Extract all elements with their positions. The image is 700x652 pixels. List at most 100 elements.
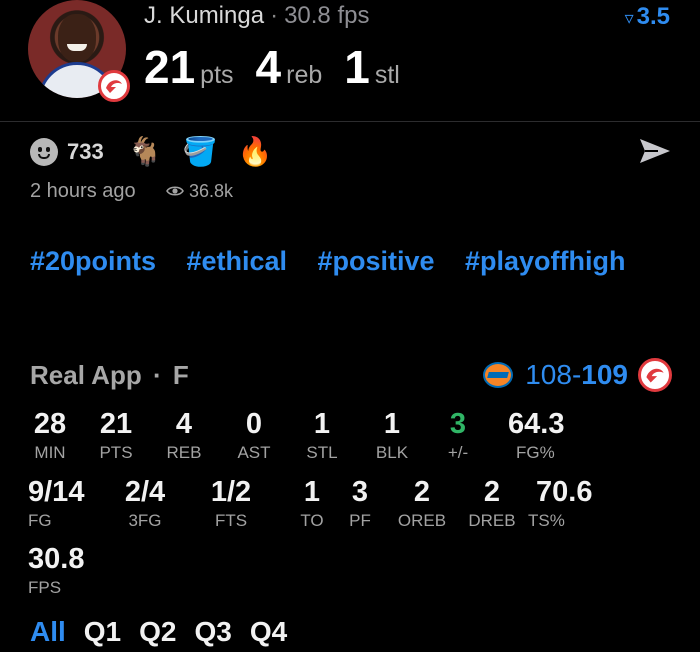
- stat-stl-value: 1: [344, 41, 370, 93]
- stat-value: 30.8: [28, 543, 85, 575]
- stat-label: REB: [166, 443, 202, 462]
- stat-value: 70.6: [536, 476, 593, 508]
- hashtag-link[interactable]: #playoffhigh: [465, 238, 626, 284]
- stat-value: 21: [99, 408, 133, 440]
- stat-label: TS%: [528, 511, 565, 530]
- stat-label: AST: [237, 443, 271, 462]
- stat-pts-value: 21: [144, 41, 196, 93]
- hashtag-link[interactable]: #20points: [30, 238, 156, 284]
- stat-cell-stl: 1 STL: [300, 408, 344, 464]
- stat-value: 9/14: [28, 476, 85, 508]
- quarter-tabs: All Q1 Q2 Q3 Q4: [30, 616, 305, 648]
- stat-cell-blk: 1 BLK: [370, 408, 414, 464]
- stat-label: BLK: [375, 443, 409, 462]
- score-away: 109: [581, 359, 628, 390]
- tab-q2[interactable]: Q2: [139, 616, 176, 648]
- source-label: Real App: [30, 360, 142, 390]
- header-divider: [0, 121, 700, 122]
- stat-label: OREB: [397, 511, 447, 530]
- hashtag-list: #20points #ethical #positive #playoffhig…: [30, 238, 670, 284]
- caret-down-icon: ▿: [624, 8, 634, 28]
- stat-value: 64.3: [508, 408, 565, 440]
- stat-value: 3: [449, 408, 467, 440]
- player-fps: 30.8 fps: [284, 2, 370, 29]
- stat-cell-pf: 3 PF: [340, 476, 380, 532]
- stat-value: 3: [351, 476, 369, 508]
- bucket-emoji-button[interactable]: 🪣: [183, 138, 218, 166]
- stat-label: FG%: [516, 443, 555, 462]
- stat-value: 1: [313, 408, 331, 440]
- stat-label: STL: [306, 443, 338, 462]
- hawks-logo-shape: [106, 80, 122, 93]
- stat-cell-ts-pct: 70.6 TS%: [528, 476, 612, 532]
- reaction-count: 733: [67, 139, 104, 164]
- hawks-logo-icon: [98, 70, 130, 102]
- score-dash: -: [571, 359, 582, 390]
- reactions-bar: 733 🐐 🪣 🔥: [30, 134, 292, 170]
- tab-q3[interactable]: Q3: [195, 616, 232, 648]
- post-time: 2 hours ago: [30, 180, 136, 202]
- player-header: J. Kuminga · 30.8 fps: [144, 2, 369, 30]
- stat-cell-oreb: 2 OREB: [392, 476, 452, 532]
- stat-label: +/-: [447, 443, 469, 462]
- tab-all[interactable]: All: [30, 616, 66, 648]
- stat-label: FTS: [214, 511, 248, 530]
- stat-cell-fg-pct: 64.3 FG%: [508, 408, 586, 464]
- stat-cell-min: 28 MIN: [28, 408, 72, 464]
- goat-emoji-button[interactable]: 🐐: [128, 138, 163, 166]
- stat-cell-plus-minus: 3 +/-: [436, 408, 480, 464]
- stat-cell-fts: 1/2 FTS: [202, 476, 260, 532]
- game-header: Real App · F: [30, 360, 189, 391]
- stat-value: 0: [245, 408, 263, 440]
- stat-cell-3fg: 2/4 3FG: [116, 476, 174, 532]
- stat-reb-value: 4: [255, 41, 282, 93]
- stat-value: 28: [33, 408, 67, 440]
- stat-label: 3FG: [128, 511, 162, 530]
- separator-dot: ·: [270, 2, 279, 29]
- score-home: 108: [525, 359, 572, 390]
- stat-cell-dreb: 2 DREB: [462, 476, 522, 532]
- smiley-icon[interactable]: [30, 138, 58, 166]
- hashtag-link[interactable]: #positive: [318, 238, 435, 284]
- hashtag-link[interactable]: #ethical: [187, 238, 288, 284]
- stat-cell-reb: 4 REB: [162, 408, 206, 464]
- avatar-face: [58, 14, 96, 62]
- tab-q1[interactable]: Q1: [84, 616, 121, 648]
- tab-q4[interactable]: Q4: [250, 616, 287, 648]
- stat-label: PF: [349, 511, 371, 530]
- stat-value: 4: [175, 408, 193, 440]
- stat-value: 2/4: [124, 476, 166, 508]
- stat-value: 1/2: [210, 476, 252, 508]
- stat-label: PTS: [99, 443, 133, 462]
- stat-cell-fg: 9/14 FG: [28, 476, 100, 532]
- game-score[interactable]: 108-109: [483, 358, 672, 392]
- stat-label: FG: [28, 511, 52, 530]
- stat-cell-to: 1 TO: [292, 476, 332, 532]
- version-badge[interactable]: ▿ 3.5: [625, 3, 670, 31]
- stat-stl-unit: stl: [374, 61, 400, 89]
- stat-value: 1: [303, 476, 321, 508]
- stat-cell-pts: 21 PTS: [94, 408, 138, 464]
- separator-dot: ·: [152, 360, 162, 390]
- player-position: F: [172, 360, 189, 390]
- player-name[interactable]: J. Kuminga: [144, 2, 264, 29]
- stat-pts-unit: pts: [200, 61, 234, 89]
- stat-label: MIN: [34, 443, 66, 462]
- send-icon[interactable]: [638, 136, 672, 171]
- version-value: 3.5: [636, 3, 670, 30]
- stat-cell-fps: 30.8 FPS: [28, 543, 108, 599]
- hawks-logo-icon: [638, 358, 672, 392]
- view-count: 36.8k: [166, 181, 233, 202]
- stat-value: 2: [483, 476, 501, 508]
- stat-value: 1: [383, 408, 401, 440]
- stat-value: 2: [413, 476, 431, 508]
- stat-cell-ast: 0 AST: [232, 408, 276, 464]
- stat-label: FPS: [28, 578, 62, 597]
- eye-icon: [166, 181, 184, 202]
- stat-label: DREB: [468, 511, 516, 530]
- fire-emoji-button[interactable]: 🔥: [237, 138, 272, 166]
- stat-reb-unit: reb: [286, 61, 323, 89]
- stat-label: TO: [300, 511, 324, 530]
- knicks-logo-icon: [483, 362, 514, 388]
- view-count-value: 36.8k: [189, 181, 234, 201]
